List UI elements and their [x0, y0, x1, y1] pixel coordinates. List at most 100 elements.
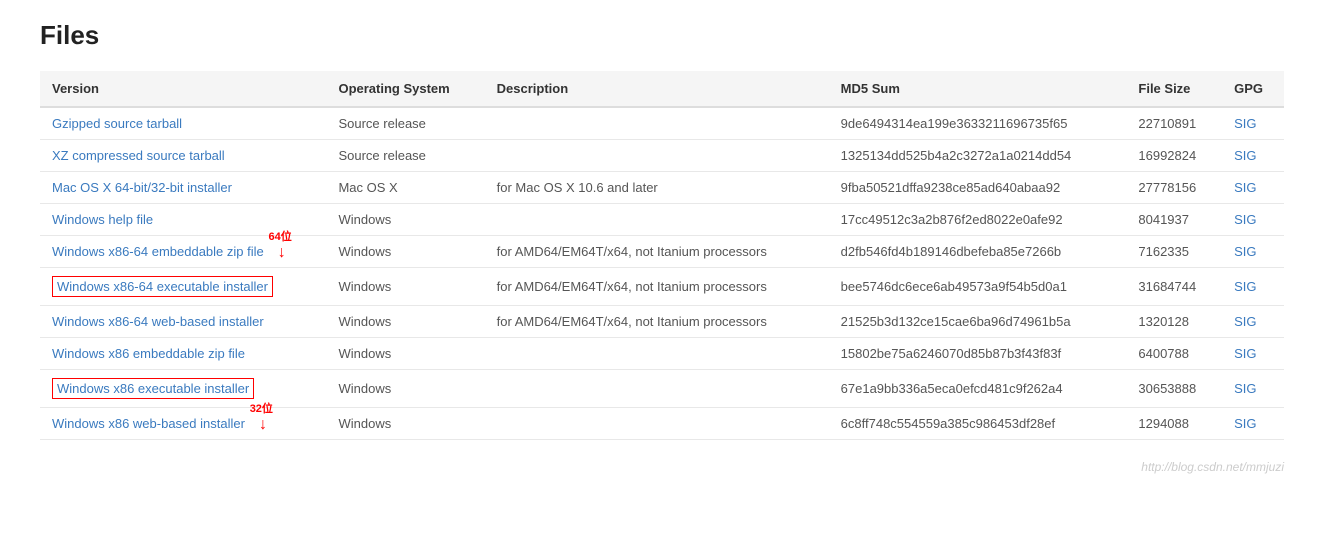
os-cell: Windows — [326, 236, 484, 268]
version-link[interactable]: Windows x86 embeddable zip file — [52, 346, 245, 361]
description-cell — [485, 370, 829, 408]
col-md5: MD5 Sum — [829, 71, 1127, 107]
col-size: File Size — [1126, 71, 1222, 107]
md5-cell: 15802be75a6246070d85b87b3f43f83f — [829, 338, 1127, 370]
version-link[interactable]: Windows x86-64 web-based installer — [52, 314, 264, 329]
version-cell: Windows x86-64 web-based installer — [40, 306, 326, 338]
description-cell: for AMD64/EM64T/x64, not Itanium process… — [485, 236, 829, 268]
table-row: Windows x86-64 web-based installer Window… — [40, 306, 1284, 338]
col-description: Description — [485, 71, 829, 107]
table-row: Windows x86 web-based installer32位↓Windo… — [40, 408, 1284, 440]
version-link[interactable]: Windows x86 executable installer — [57, 381, 249, 396]
gpg-link[interactable]: SIG — [1234, 416, 1256, 431]
version-link[interactable]: XZ compressed source tarball — [52, 148, 225, 163]
table-row: Windows help fileWindows17cc49512c3a2b87… — [40, 204, 1284, 236]
annotation-label: 64位 — [268, 228, 291, 244]
table-row: XZ compressed source tarball Source relea… — [40, 140, 1284, 172]
col-gpg: GPG — [1222, 71, 1284, 107]
gpg-cell: SIG — [1222, 140, 1284, 172]
gpg-link[interactable]: SIG — [1234, 244, 1256, 259]
gpg-cell: SIG — [1222, 107, 1284, 140]
size-cell: 27778156 — [1126, 172, 1222, 204]
version-link[interactable]: Windows x86-64 embeddable zip file — [52, 244, 264, 259]
os-cell: Source release — [326, 140, 484, 172]
annotation-arrow: ↓ — [259, 416, 267, 434]
gpg-cell: SIG — [1222, 408, 1284, 440]
md5-cell: d2fb546fd4b189146dbefeba85e7266b — [829, 236, 1127, 268]
gpg-cell: SIG — [1222, 172, 1284, 204]
table-row: Windows x86-64 embeddable zip file64位↓Wi… — [40, 236, 1284, 268]
table-row: Gzipped source tarball Source release 9de6… — [40, 107, 1284, 140]
os-cell: Mac OS X — [326, 172, 484, 204]
version-link[interactable]: Windows x86-64 executable installer — [57, 279, 268, 294]
description-cell — [485, 338, 829, 370]
table-row: Windows x86 executable installerWindows6… — [40, 370, 1284, 408]
description-cell — [485, 107, 829, 140]
md5-cell: 21525b3d132ce15cae6ba96d74961b5a — [829, 306, 1127, 338]
description-cell: for AMD64/EM64T/x64, not Itanium process… — [485, 306, 829, 338]
size-cell: 16992824 — [1126, 140, 1222, 172]
gpg-link[interactable]: SIG — [1234, 346, 1256, 361]
annotation-label: 32位 — [250, 400, 273, 416]
description-cell — [485, 204, 829, 236]
table-row: Windows x86-64 executable installer Windo… — [40, 268, 1284, 306]
version-cell: Windows x86 executable installer — [40, 370, 326, 408]
size-cell: 6400788 — [1126, 338, 1222, 370]
size-cell: 1294088 — [1126, 408, 1222, 440]
gpg-link[interactable]: SIG — [1234, 180, 1256, 195]
description-cell — [485, 408, 829, 440]
version-cell: Windows x86-64 embeddable zip file64位↓ — [40, 236, 326, 268]
gpg-link[interactable]: SIG — [1234, 212, 1256, 227]
highlighted-version: Windows x86 executable installer — [52, 378, 254, 399]
size-cell: 30653888 — [1126, 370, 1222, 408]
size-cell: 22710891 — [1126, 107, 1222, 140]
col-version: Version — [40, 71, 326, 107]
os-cell: Windows — [326, 370, 484, 408]
highlighted-version: Windows x86-64 executable installer — [52, 276, 273, 297]
gpg-cell: SIG — [1222, 236, 1284, 268]
table-row: Windows x86 embeddable zip file Windows 15… — [40, 338, 1284, 370]
os-cell: Windows — [326, 408, 484, 440]
gpg-link[interactable]: SIG — [1234, 314, 1256, 329]
table-header-row: Version Operating System Description MD5… — [40, 71, 1284, 107]
gpg-link[interactable]: SIG — [1234, 116, 1256, 131]
os-cell: Windows — [326, 204, 484, 236]
version-cell: Gzipped source tarball — [40, 107, 326, 140]
annotation-arrow: ↓ — [278, 244, 286, 262]
md5-cell: 1325134dd525b4a2c3272a1a0214dd54 — [829, 140, 1127, 172]
md5-cell: 9fba50521dffa9238ce85ad640abaa92 — [829, 172, 1127, 204]
gpg-cell: SIG — [1222, 338, 1284, 370]
size-cell: 8041937 — [1126, 204, 1222, 236]
os-cell: Source release — [326, 107, 484, 140]
gpg-link[interactable]: SIG — [1234, 381, 1256, 396]
md5-cell: bee5746dc6ece6ab49573a9f54b5d0a1 — [829, 268, 1127, 306]
version-cell: Windows x86 embeddable zip file — [40, 338, 326, 370]
gpg-cell: SIG — [1222, 268, 1284, 306]
size-cell: 1320128 — [1126, 306, 1222, 338]
col-os: Operating System — [326, 71, 484, 107]
md5-cell: 9de6494314ea199e3633211696735f65 — [829, 107, 1127, 140]
version-cell: Windows x86 web-based installer32位↓ — [40, 408, 326, 440]
size-cell: 7162335 — [1126, 236, 1222, 268]
md5-cell: 6c8ff748c554559a385c986453df28ef — [829, 408, 1127, 440]
os-cell: Windows — [326, 306, 484, 338]
watermark: http://blog.csdn.net/mmjuzi — [40, 460, 1284, 474]
os-cell: Windows — [326, 268, 484, 306]
gpg-cell: SIG — [1222, 204, 1284, 236]
description-cell: for AMD64/EM64T/x64, not Itanium process… — [485, 268, 829, 306]
version-cell: Mac OS X 64-bit/32-bit installer — [40, 172, 326, 204]
files-table: Version Operating System Description MD5… — [40, 71, 1284, 440]
version-link[interactable]: Windows x86 web-based installer — [52, 416, 245, 431]
os-cell: Windows — [326, 338, 484, 370]
description-cell: for Mac OS X 10.6 and later — [485, 172, 829, 204]
gpg-link[interactable]: SIG — [1234, 279, 1256, 294]
table-row: Mac OS X 64-bit/32-bit installer Mac OS X… — [40, 172, 1284, 204]
version-cell: Windows x86-64 executable installer — [40, 268, 326, 306]
gpg-cell: SIG — [1222, 370, 1284, 408]
gpg-link[interactable]: SIG — [1234, 148, 1256, 163]
version-link[interactable]: Windows help file — [52, 212, 153, 227]
version-link[interactable]: Gzipped source tarball — [52, 116, 182, 131]
gpg-cell: SIG — [1222, 306, 1284, 338]
page-title: Files — [40, 20, 1284, 51]
version-link[interactable]: Mac OS X 64-bit/32-bit installer — [52, 180, 232, 195]
